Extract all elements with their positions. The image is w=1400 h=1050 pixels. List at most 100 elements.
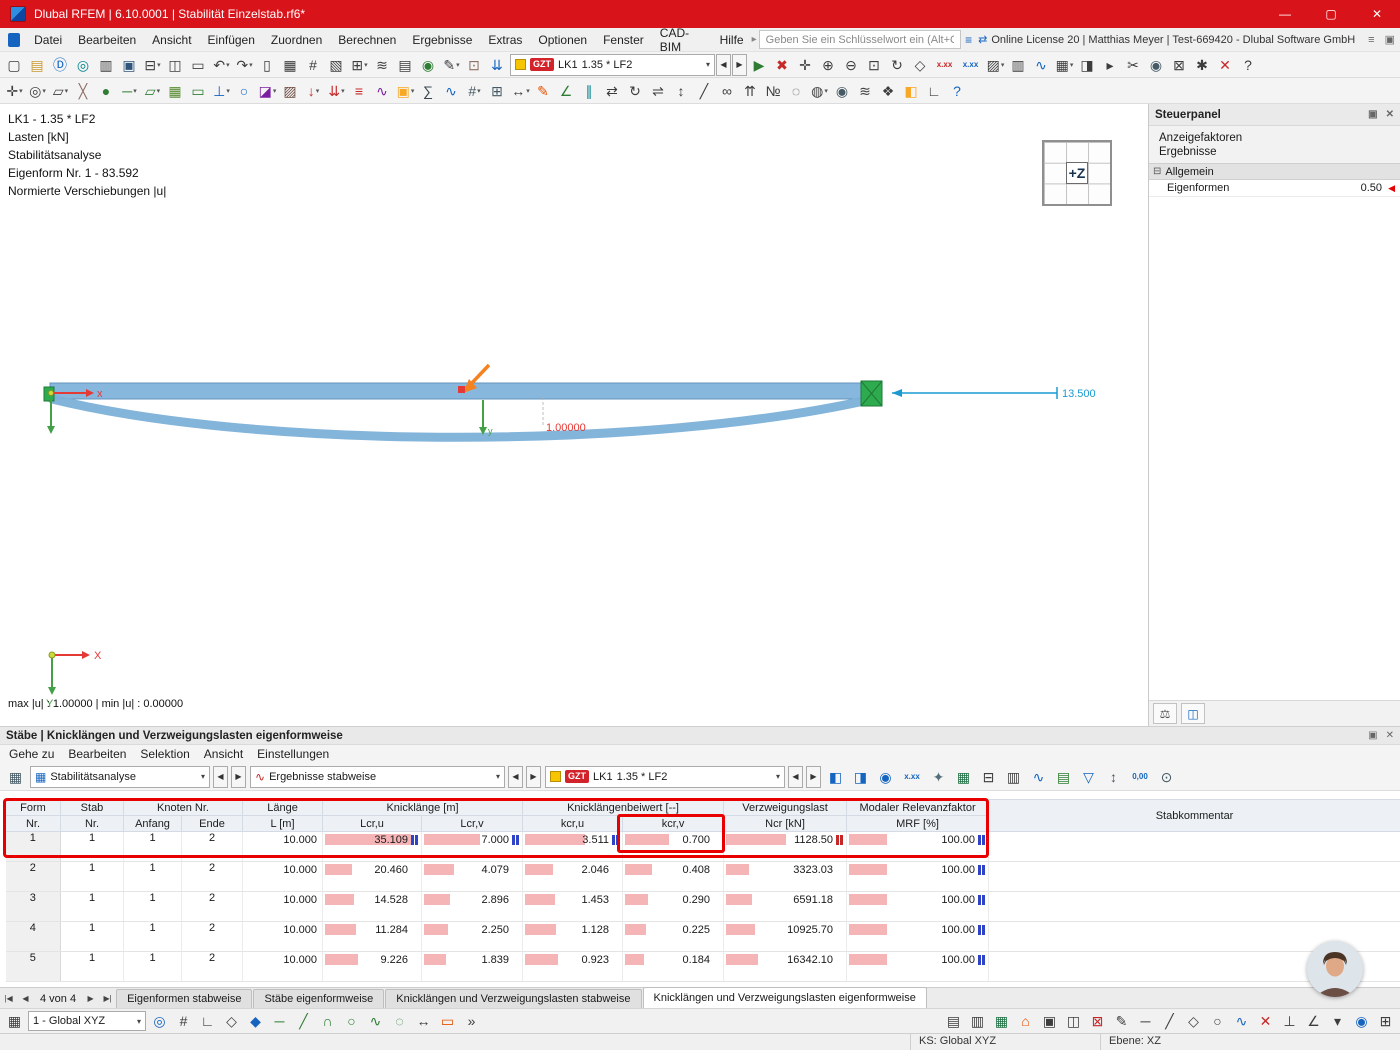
- support-right[interactable]: [860, 380, 883, 407]
- extrude-icon[interactable]: ⇈: [739, 79, 762, 102]
- calculate-icon[interactable]: ⊞ ▾: [348, 53, 371, 76]
- snapshot-icon[interactable]: ▣: [1038, 1010, 1061, 1033]
- table-toggle-icon[interactable]: ▦ ▾: [1053, 53, 1076, 76]
- header-anfang[interactable]: Anfang: [123, 815, 182, 832]
- report-icon[interactable]: ▤: [394, 53, 417, 76]
- cell-form-nr[interactable]: 1: [5, 831, 61, 862]
- grid-snap-icon[interactable]: #: [172, 1010, 195, 1033]
- selection-person-icon[interactable]: ✦: [927, 765, 950, 788]
- menu-item[interactable]: Datei: [26, 33, 70, 47]
- lock-icon[interactable]: ⊠: [1168, 53, 1191, 76]
- circle2-icon[interactable]: ○: [1206, 1010, 1229, 1033]
- angle-icon[interactable]: ∠: [1302, 1010, 1325, 1033]
- header-stab[interactable]: Stab: [60, 799, 124, 816]
- table-row[interactable]: 4 1 1 2 10.000 11.284 2.250 1.128 0.225 …: [5, 921, 1400, 952]
- display-properties-icon[interactable]: ▥: [1007, 53, 1030, 76]
- pin-icon[interactable]: ≡: [1363, 34, 1379, 46]
- coordinate-system-combo[interactable]: 1 - Global XYZ ▾: [28, 1011, 146, 1031]
- object-snap-icon[interactable]: ◆: [244, 1010, 267, 1033]
- table-row[interactable]: 3 1 1 2 10.000 14.528 2.896 1.453 0.290 …: [5, 891, 1400, 922]
- blocks-icon[interactable]: ❖: [877, 79, 900, 102]
- header-stab-nr[interactable]: Nr.: [60, 815, 124, 832]
- table-row[interactable]: 2 1 1 2 10.000 20.460 4.079 2.046 0.408 …: [5, 861, 1400, 892]
- snap-toggle-icon[interactable]: ◎: [148, 1010, 171, 1033]
- float-panel-icon[interactable]: ▣: [1368, 109, 1377, 120]
- help-pointer-icon[interactable]: ?: [946, 79, 969, 102]
- previous-load-case-button[interactable]: ◀: [716, 53, 731, 76]
- prev-page-icon[interactable]: ◀: [17, 989, 34, 1008]
- table-manager-icon[interactable]: ▦: [4, 765, 27, 788]
- annotation-icon[interactable]: ✎: [532, 79, 555, 102]
- circle-icon[interactable]: ○: [340, 1010, 363, 1033]
- cell-form-nr[interactable]: 5: [5, 951, 61, 982]
- arc-icon[interactable]: ∩: [316, 1010, 339, 1033]
- rhombus-icon[interactable]: ◇: [1182, 1010, 1205, 1033]
- full-extent-icon[interactable]: ⊞: [1374, 1010, 1397, 1033]
- result-beam-icon[interactable]: ∿: [440, 79, 463, 102]
- header-ncr[interactable]: Ncr [kN]: [723, 815, 848, 832]
- menu-item[interactable]: Optionen: [530, 33, 595, 47]
- start-calculation-icon[interactable]: ▶: [748, 53, 771, 76]
- table-tab[interactable]: Knicklängen und Verzweigungslasten eigen…: [642, 987, 927, 1008]
- import-export-icon[interactable]: ▥: [95, 53, 118, 76]
- results-view-combo[interactable]: ∿ Ergebnisse stabweise ▾: [250, 765, 505, 788]
- mesh-icon[interactable]: # ▾: [463, 79, 486, 102]
- next-load-case-button[interactable]: ▶: [732, 53, 747, 76]
- surface-icon[interactable]: ▱ ▾: [141, 79, 164, 102]
- combination-icon[interactable]: ∑: [417, 79, 440, 102]
- header-verzweigungslast[interactable]: Verzweigungslast: [723, 799, 848, 816]
- mesh-settings-icon[interactable]: ⊞: [486, 79, 509, 102]
- spline-icon[interactable]: ∿: [364, 1010, 387, 1033]
- polar-icon[interactable]: ◇: [220, 1010, 243, 1033]
- factor-slider-marker-icon[interactable]: ◀: [1388, 183, 1395, 194]
- guide-line-icon[interactable]: ∥: [578, 79, 601, 102]
- minimize-button[interactable]: —: [1262, 0, 1308, 28]
- opening-icon[interactable]: ▭: [187, 79, 210, 102]
- diagonal-icon[interactable]: ╱: [1158, 1010, 1181, 1033]
- home-icon[interactable]: ⌂: [1014, 1010, 1037, 1033]
- model-viewport[interactable]: x y 1.00000 13.500 X Y LK1 - 1.35 * LF2 …: [0, 104, 1148, 726]
- paintbrush-icon[interactable]: ◧: [900, 79, 923, 102]
- member-icon[interactable]: ─ ▾: [118, 79, 141, 102]
- table-tab[interactable]: Stäbe eigenformweise: [253, 989, 385, 1008]
- cancel-icon[interactable]: ✕: [1214, 53, 1237, 76]
- menu-item[interactable]: Extras: [480, 33, 530, 47]
- header-lcru[interactable]: Lcr,u: [322, 815, 423, 832]
- header-laenge[interactable]: Länge: [242, 799, 324, 816]
- table-icon[interactable]: ▤: [942, 1010, 965, 1033]
- float-table-icon[interactable]: ▣: [1368, 730, 1377, 741]
- decimal-places-icon[interactable]: x.xx: [899, 765, 925, 788]
- open-file-icon[interactable]: ▤: [26, 53, 49, 76]
- trim-icon[interactable]: ╳: [72, 79, 95, 102]
- zoom-in-icon[interactable]: ⊕: [817, 53, 840, 76]
- comment-icon[interactable]: ▭: [436, 1010, 459, 1033]
- redo-icon[interactable]: ↷ ▾: [233, 53, 256, 76]
- move-copy-icon[interactable]: ⇄: [601, 79, 624, 102]
- view-cube-face-label[interactable]: +Z: [1065, 162, 1089, 184]
- solid-icon[interactable]: ▦: [164, 79, 187, 102]
- header-l-m[interactable]: L [m]: [242, 815, 324, 832]
- show-values-eye-icon[interactable]: ◉: [874, 765, 897, 788]
- ortho-icon[interactable]: ∟: [196, 1010, 219, 1033]
- print-table-icon[interactable]: ⊟: [977, 765, 1000, 788]
- globe-icon[interactable]: ◉: [417, 53, 440, 76]
- member-load-icon[interactable]: ⇊ ▾: [325, 79, 348, 102]
- header-knicklaenge[interactable]: Knicklänge [m]: [322, 799, 524, 816]
- next-page-icon[interactable]: ▶: [82, 989, 99, 1008]
- windows-icon[interactable]: ◫: [1062, 1010, 1085, 1033]
- float-toolbar-icon[interactable]: ▣: [1380, 33, 1400, 46]
- polyline-icon[interactable]: ╱: [292, 1010, 315, 1033]
- table-menu-item[interactable]: Einstellungen: [250, 747, 336, 761]
- cell-form-nr[interactable]: 3: [5, 891, 61, 922]
- undo-icon[interactable]: ↶ ▾: [210, 53, 233, 76]
- check-model-icon[interactable]: ≋: [371, 53, 394, 76]
- close-button[interactable]: ✕: [1354, 0, 1400, 28]
- next-analysis-button[interactable]: ▶: [231, 765, 246, 788]
- panel-toggle-icon[interactable]: ◨: [1076, 53, 1099, 76]
- zoom-out-icon[interactable]: ⊖: [840, 53, 863, 76]
- help-icon[interactable]: ?: [1237, 53, 1260, 76]
- load-wizard-icon[interactable]: ⇊: [486, 53, 509, 76]
- view-cube[interactable]: +Z: [1042, 140, 1112, 206]
- snap-settings-icon[interactable]: ◎ ▾: [26, 79, 49, 102]
- header-form-nr[interactable]: Nr.: [5, 815, 61, 832]
